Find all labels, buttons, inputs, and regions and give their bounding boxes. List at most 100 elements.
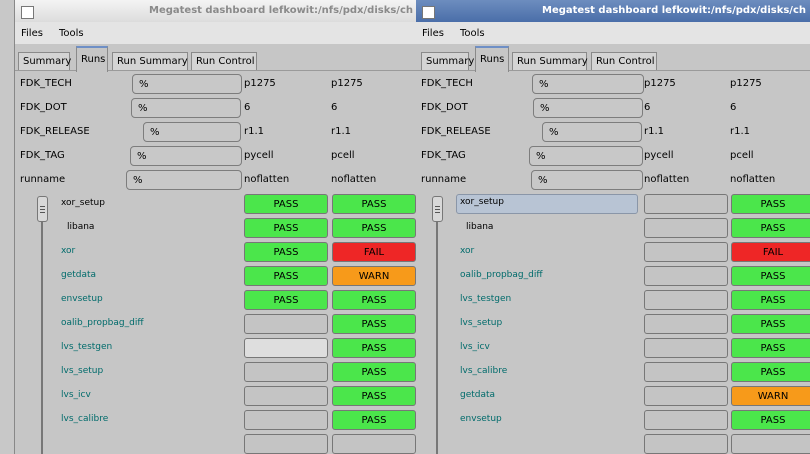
menu-tools[interactable]: Tools: [460, 28, 485, 39]
test-tree-item[interactable]: oalib_propbag_diff: [460, 270, 543, 280]
test-status-button[interactable]: PASS: [332, 410, 416, 430]
grip-line: [40, 206, 45, 207]
test-status-button[interactable]: [644, 362, 728, 382]
test-status-button[interactable]: PASS: [244, 242, 328, 262]
test-status-button[interactable]: WARN: [332, 266, 416, 286]
test-status-button[interactable]: [244, 434, 328, 454]
test-status-button[interactable]: PASS: [332, 218, 416, 238]
test-status-button[interactable]: [244, 410, 328, 430]
test-status-button[interactable]: PASS: [731, 314, 810, 334]
fdk-release-label: FDK_RELEASE: [421, 126, 491, 137]
tab-run-summary[interactable]: Run Summary: [112, 52, 188, 70]
fdk-release-filter-input[interactable]: %: [542, 122, 642, 142]
window-menu-button[interactable]: [21, 6, 34, 19]
tab-run-summary[interactable]: Run Summary: [512, 52, 588, 70]
test-tree-item[interactable]: libana: [466, 222, 493, 232]
test-tree-item[interactable]: lvs_setup: [460, 318, 502, 328]
test-status-button[interactable]: PASS: [731, 338, 810, 358]
test-status-button[interactable]: FAIL: [731, 242, 810, 262]
test-scroll-track[interactable]: [436, 196, 438, 454]
test-status-button[interactable]: PASS: [731, 362, 810, 382]
test-status-button[interactable]: WARN: [731, 386, 810, 406]
dashboard-window-right: Megatest dashboard lefkowit:/nfs/pdx/dis…: [416, 0, 810, 454]
test-tree-item[interactable]: lvs_testgen: [61, 342, 112, 352]
menu-bar: Files Tools: [15, 22, 417, 44]
test-status-button[interactable]: [244, 314, 328, 334]
fdk-tech-filter-input[interactable]: %: [132, 74, 242, 94]
test-tree-item[interactable]: envsetup: [460, 414, 502, 424]
test-status-button[interactable]: [644, 242, 728, 262]
test-status-button[interactable]: PASS: [332, 338, 416, 358]
test-tree-item[interactable]: oalib_propbag_diff: [61, 318, 144, 328]
test-tree-item[interactable]: libana: [67, 222, 94, 232]
test-scroll-handle[interactable]: [37, 196, 48, 222]
runname-filter-input[interactable]: %: [126, 170, 242, 190]
test-scroll-handle[interactable]: [432, 196, 443, 222]
fdk-tag-filter-input[interactable]: %: [529, 146, 643, 166]
window-menu-button[interactable]: [422, 6, 435, 19]
tab-run-control[interactable]: Run Control: [591, 52, 657, 70]
test-status-button[interactable]: PASS: [731, 218, 810, 238]
tab-summary[interactable]: Summary: [18, 52, 71, 70]
tab-runs[interactable]: Runs: [475, 46, 509, 72]
test-status-button[interactable]: [644, 410, 728, 430]
test-status-button[interactable]: [731, 434, 810, 454]
fdk-tech-filter-input[interactable]: %: [532, 74, 644, 94]
test-tree-item[interactable]: lvs_icv: [61, 390, 91, 400]
tab-summary[interactable]: Summary: [421, 52, 474, 70]
window-title: Megatest dashboard lefkowit:/nfs/pdx/dis…: [149, 5, 413, 16]
tab-run-control[interactable]: Run Control: [191, 52, 257, 70]
test-status-button[interactable]: PASS: [731, 290, 810, 310]
test-status-button[interactable]: [644, 266, 728, 286]
test-status-button[interactable]: PASS: [332, 314, 416, 334]
fdk-tag-filter-input[interactable]: %: [130, 146, 242, 166]
test-tree-item[interactable]: lvs_calibre: [61, 414, 108, 424]
test-status-button[interactable]: PASS: [332, 386, 416, 406]
test-status-button[interactable]: [244, 338, 328, 358]
test-status-button[interactable]: [644, 218, 728, 238]
test-status-button[interactable]: [644, 290, 728, 310]
test-tree-item[interactable]: xor: [61, 246, 75, 256]
test-status-button[interactable]: PASS: [244, 194, 328, 214]
test-tree-item[interactable]: xor_setup: [456, 194, 638, 214]
tab-runs[interactable]: Runs: [76, 46, 108, 72]
test-status-button[interactable]: [244, 386, 328, 406]
test-status-button[interactable]: PASS: [332, 290, 416, 310]
test-status-button[interactable]: [332, 434, 416, 454]
test-tree-item[interactable]: lvs_setup: [61, 366, 103, 376]
test-tree-item[interactable]: lvs_calibre: [460, 366, 507, 376]
test-status-button[interactable]: [644, 386, 728, 406]
fdk-dot-filter-input[interactable]: %: [533, 98, 643, 118]
test-status-button[interactable]: PASS: [731, 410, 810, 430]
test-status-button[interactable]: [644, 194, 728, 214]
test-tree-item[interactable]: xor: [460, 246, 474, 256]
test-status-button[interactable]: PASS: [731, 194, 810, 214]
runname-filter-input[interactable]: %: [531, 170, 643, 190]
menu-files[interactable]: Files: [21, 28, 43, 39]
test-tree-item[interactable]: getdata: [61, 270, 96, 280]
tab-bar: Summary Runs Run Summary Run Control: [15, 44, 417, 72]
test-scroll-track[interactable]: [41, 196, 43, 454]
test-status-button[interactable]: [644, 314, 728, 334]
test-tree-item[interactable]: envsetup: [61, 294, 103, 304]
test-status-button[interactable]: [644, 434, 728, 454]
test-status-button[interactable]: PASS: [332, 362, 416, 382]
grip-line: [40, 209, 45, 210]
fdk-release-filter-input[interactable]: %: [143, 122, 241, 142]
fdk-dot-filter-input[interactable]: %: [131, 98, 241, 118]
test-status-button[interactable]: PASS: [731, 266, 810, 286]
test-status-button[interactable]: FAIL: [332, 242, 416, 262]
test-status-button[interactable]: PASS: [244, 266, 328, 286]
menu-files[interactable]: Files: [422, 28, 444, 39]
test-status-button[interactable]: [644, 338, 728, 358]
test-tree-item[interactable]: xor_setup: [61, 198, 105, 208]
test-status-button[interactable]: PASS: [244, 218, 328, 238]
test-tree-item[interactable]: getdata: [460, 390, 495, 400]
grip-line: [435, 206, 440, 207]
menu-tools[interactable]: Tools: [59, 28, 84, 39]
test-tree-item[interactable]: lvs_icv: [460, 342, 490, 352]
test-tree-item[interactable]: lvs_testgen: [460, 294, 511, 304]
test-status-button[interactable]: PASS: [244, 290, 328, 310]
test-status-button[interactable]: [244, 362, 328, 382]
test-status-button[interactable]: PASS: [332, 194, 416, 214]
